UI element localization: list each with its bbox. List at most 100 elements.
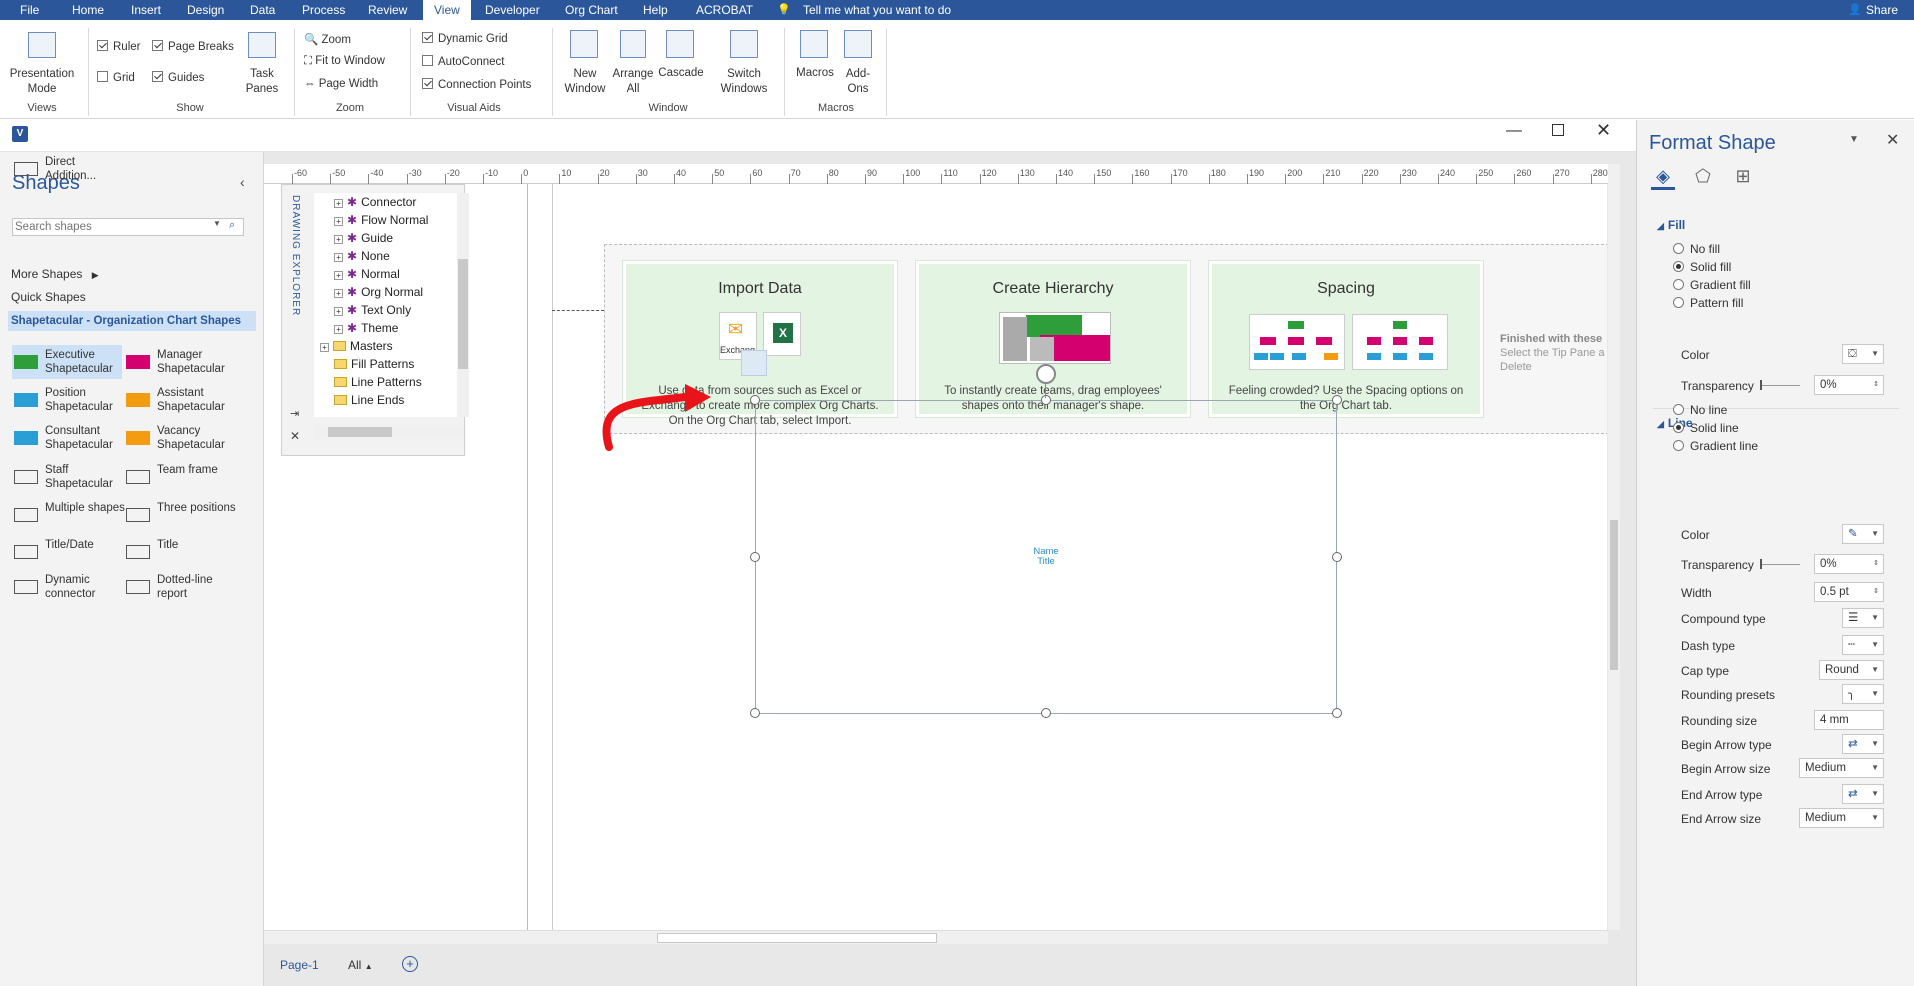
macros-button[interactable]: Macros	[792, 67, 838, 79]
explorer-style-item[interactable]: + ✱ Text Only	[334, 303, 411, 317]
horizontal-scrollbar[interactable]	[264, 930, 1608, 944]
guides-checkbox[interactable]: Guides	[152, 71, 204, 84]
tab-insert[interactable]: Insert	[131, 0, 161, 20]
presentation-mode-button[interactable]: Presentation Mode	[8, 67, 76, 97]
begin-arrow-type-picker[interactable]: ⇄ ▼	[1842, 734, 1884, 754]
begin-arrow-size-select[interactable]: Medium ▼	[1799, 758, 1884, 778]
stencil-shape-staff[interactable]: Staff Shapetacular	[12, 460, 122, 494]
line-option-radio[interactable]: No line	[1673, 403, 1727, 417]
fill-option-radio[interactable]: Gradient fill	[1673, 278, 1751, 292]
end-arrow-size-select[interactable]: Medium ▼	[1799, 808, 1884, 828]
tab-all-pages[interactable]: All ▲	[348, 958, 373, 972]
fill-option-radio[interactable]: Solid fill	[1673, 260, 1731, 274]
arrange-all-button[interactable]: Arrange All	[610, 67, 656, 97]
explorer-folder-item[interactable]: Fill Patterns	[334, 357, 414, 371]
explorer-horizontal-scrollbar[interactable]	[314, 425, 464, 439]
connection-points-checkbox[interactable]: Connection Points	[422, 78, 531, 91]
search-shapes-input[interactable]	[15, 220, 205, 234]
search-dropdown-icon[interactable]: ▼	[213, 219, 221, 228]
size-properties-tab-icon[interactable]: ⊞	[1731, 166, 1755, 190]
tab-process[interactable]: Process	[302, 0, 345, 20]
spinner-icon[interactable]: ⇕	[1873, 376, 1879, 394]
explorer-style-item[interactable]: + ✱ Org Normal	[334, 285, 423, 299]
more-shapes-menu[interactable]: More Shapes ▶	[11, 267, 99, 283]
fill-transparency-input[interactable]: 0% ⇕	[1814, 375, 1884, 395]
minimize-button[interactable]: —	[1506, 122, 1522, 140]
stencil-shape-manager[interactable]: Manager Shapetacular	[124, 345, 234, 379]
fill-option-radio[interactable]: No fill	[1673, 242, 1720, 256]
explorer-folder-item[interactable]: + Masters	[320, 339, 393, 353]
spinner-icon[interactable]: ⇕	[1873, 583, 1879, 601]
task-panes-button[interactable]: Task Panes	[240, 67, 284, 97]
tab-file[interactable]: File	[20, 0, 39, 20]
expand-icon[interactable]: +	[334, 253, 343, 262]
fill-transparency-slider[interactable]	[1760, 380, 1800, 390]
horizontal-scroll-thumb[interactable]	[657, 933, 937, 943]
page-width-button[interactable]: ⇔ Page Width	[304, 78, 378, 90]
end-arrow-type-picker[interactable]: ⇄ ▼	[1842, 784, 1884, 804]
cap-type-select[interactable]: Round ▼	[1819, 660, 1884, 680]
add-page-button[interactable]: +	[402, 956, 418, 972]
pane-options-dropdown-icon[interactable]: ▼	[1849, 134, 1859, 145]
stencil-shape-assistant[interactable]: Assistant Shapetacular	[124, 383, 234, 417]
expand-icon[interactable]: +	[334, 217, 343, 226]
expand-icon[interactable]: +	[334, 325, 343, 334]
tab-org-chart[interactable]: Org Chart	[565, 0, 618, 20]
spinner-icon[interactable]: ⇕	[1873, 555, 1879, 573]
resize-handle-ne[interactable]	[1332, 395, 1342, 405]
expand-icon[interactable]: +	[320, 343, 329, 352]
tab-acrobat[interactable]: ACROBAT	[696, 0, 753, 20]
new-window-button[interactable]: New Window	[560, 67, 610, 97]
expand-icon[interactable]: +	[334, 289, 343, 298]
close-explorer-icon[interactable]: ✕	[290, 429, 300, 443]
resize-handle-sw[interactable]	[750, 708, 760, 718]
stencil-shape-title-date[interactable]: Title/Date	[12, 535, 122, 569]
share-button[interactable]: Share	[1866, 0, 1898, 20]
tab-home[interactable]: Home	[72, 0, 104, 20]
explorer-vertical-scrollbar[interactable]	[457, 193, 469, 417]
explorer-style-item[interactable]: + ✱ Theme	[334, 321, 398, 335]
stencil-title[interactable]: Shapetacular - Organization Chart Shapes	[8, 311, 256, 331]
fill-option-radio[interactable]: Pattern fill	[1673, 296, 1743, 310]
grid-checkbox[interactable]: Grid	[97, 71, 135, 84]
vertical-scrollbar[interactable]	[1608, 164, 1620, 930]
expand-icon[interactable]: +	[334, 307, 343, 316]
cascade-button[interactable]: Cascade	[658, 67, 704, 79]
resize-handle-s[interactable]	[1041, 708, 1051, 718]
radio-button-icon[interactable]	[1673, 422, 1684, 433]
stencil-shape-dotted-line-report[interactable]: Dotted-line report	[124, 570, 234, 604]
pin-icon[interactable]: ⇥	[290, 407, 299, 420]
dash-type-picker[interactable]: ┅ ▼	[1842, 635, 1884, 655]
fit-to-window-button[interactable]: ⛶ Fit to Window	[304, 55, 385, 68]
autoconnect-checkbox[interactable]: AutoConnect	[422, 55, 505, 68]
explorer-style-item[interactable]: + ✱ Normal	[334, 267, 400, 281]
explorer-scroll-thumb[interactable]	[458, 259, 468, 369]
explorer-style-item[interactable]: + ✱ None	[334, 249, 390, 263]
maximize-button[interactable]	[1552, 124, 1564, 136]
stencil-shape-position[interactable]: Position Shapetacular	[12, 383, 122, 417]
explorer-style-item[interactable]: + ✱ Connector	[334, 195, 416, 209]
radio-button-icon[interactable]	[1673, 243, 1684, 254]
resize-handle-se[interactable]	[1332, 708, 1342, 718]
effects-tab-icon[interactable]: ⬠	[1691, 166, 1715, 190]
stencil-shape-direct-addition[interactable]: Direct Addition...	[12, 152, 122, 186]
explorer-hscroll-thumb[interactable]	[328, 427, 392, 437]
switch-windows-button[interactable]: Switch Windows	[714, 67, 774, 97]
line-width-input[interactable]: 0.5 pt ⇕	[1814, 582, 1884, 602]
expand-icon[interactable]: +	[334, 199, 343, 208]
quick-shapes-item[interactable]: Quick Shapes	[11, 290, 86, 305]
vertical-scroll-thumb[interactable]	[1610, 520, 1618, 670]
fill-section-header[interactable]: ◢ Fill	[1657, 218, 1685, 232]
collapse-chevron-icon[interactable]: ‹	[240, 174, 245, 190]
tab-review[interactable]: Review	[368, 0, 407, 20]
resize-handle-nw[interactable]	[750, 395, 760, 405]
stencil-shape-title[interactable]: Title	[124, 535, 234, 569]
line-color-picker[interactable]: ✎ ▼	[1842, 524, 1884, 544]
expand-icon[interactable]: +	[334, 235, 343, 244]
explorer-folder-item[interactable]: Line Ends	[334, 393, 404, 407]
page-breaks-checkbox[interactable]: Page Breaks	[152, 40, 234, 53]
explorer-style-item[interactable]: + ✱ Guide	[334, 231, 393, 245]
compound-type-picker[interactable]: ☰ ▼	[1842, 608, 1884, 628]
line-option-radio[interactable]: Solid line	[1673, 421, 1739, 435]
stencil-shape-multiple-shapes[interactable]: Multiple shapes	[12, 498, 125, 532]
